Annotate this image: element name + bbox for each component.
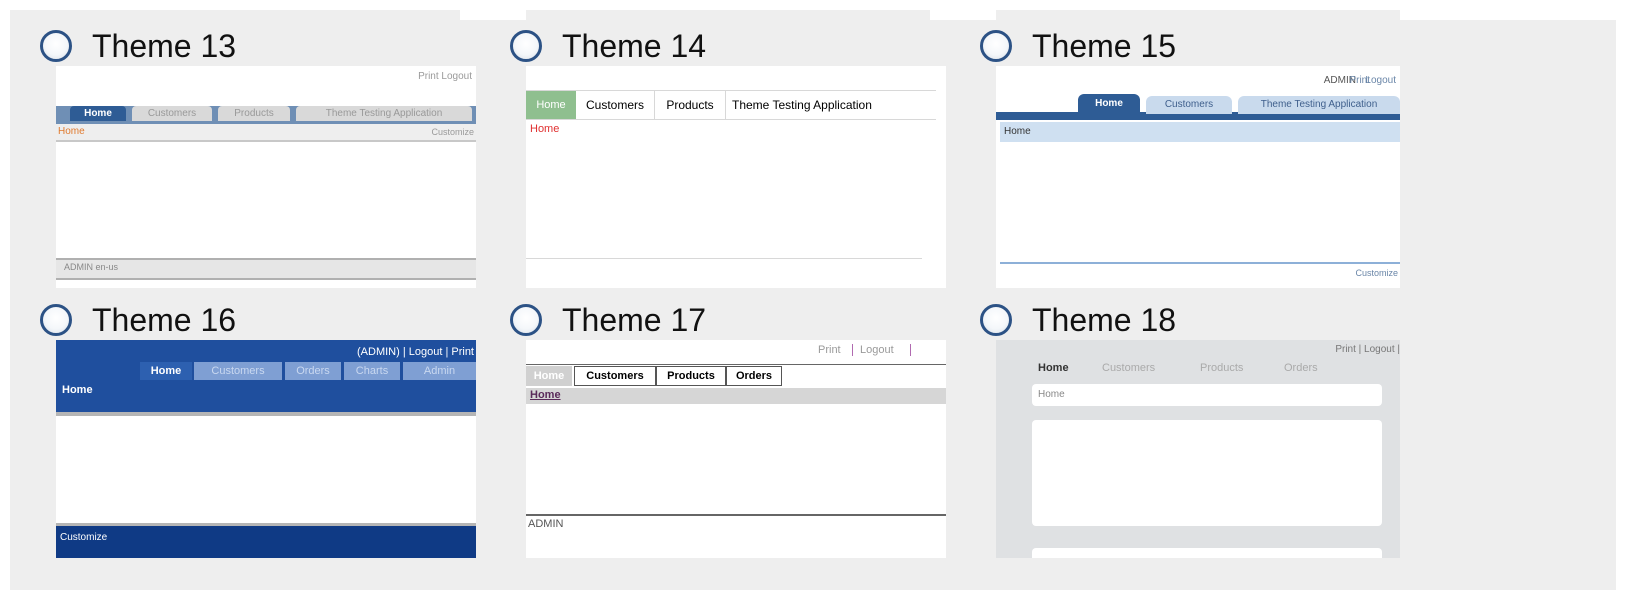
preview-breadcrumb-box xyxy=(1032,384,1382,406)
preview-breadcrumb: Home xyxy=(530,123,560,135)
preview-top-links: Print Logout xyxy=(418,71,472,82)
preview-breadcrumb-bar xyxy=(56,124,476,142)
preview-footer-line xyxy=(526,258,922,259)
theme-option-15[interactable]: Theme 15 ADMIN Print Logout Home Custome… xyxy=(980,26,1400,288)
preview-tab-customers: Customers xyxy=(132,106,212,121)
preview-top-links: (ADMIN) | Logout | Print xyxy=(357,346,474,358)
preview-logout: Logout xyxy=(1365,75,1396,86)
theme-15-radio[interactable] xyxy=(980,30,1012,62)
preview-tab-orders: Orders xyxy=(285,362,341,380)
preview-tab-home: Home xyxy=(526,366,572,386)
column-gap-top xyxy=(930,10,996,20)
theme-14-radio[interactable] xyxy=(510,30,542,62)
theme-option-16[interactable]: Theme 16 (ADMIN) | Logout | Print Home C… xyxy=(40,300,476,570)
preview-breadcrumb-bar xyxy=(526,388,946,404)
preview-breadcrumb: Home xyxy=(58,126,85,137)
preview-tab-theme-testing: Theme Testing Application xyxy=(732,98,872,112)
preview-footer-line xyxy=(1000,262,1400,264)
preview-breadcrumb: Home xyxy=(1038,389,1065,400)
preview-tab-products: Products xyxy=(218,106,290,121)
preview-tab-topline xyxy=(526,364,946,365)
preview-tab-theme-testing: Theme Testing Application xyxy=(1238,96,1400,114)
preview-top-links: Print | Logout | xyxy=(1335,344,1400,355)
preview-tab-home: Home xyxy=(1038,362,1069,374)
theme-18-radio[interactable] xyxy=(980,304,1012,336)
theme-13-preview[interactable]: Print Logout Home Customers Products The… xyxy=(56,66,476,288)
preview-tab-home: Home xyxy=(1078,94,1140,114)
theme-option-18[interactable]: Theme 18 Print | Logout | Home Customers… xyxy=(980,300,1400,570)
theme-15-label[interactable]: Theme 15 xyxy=(1032,26,1176,66)
preview-header-border xyxy=(56,412,476,416)
preview-breadcrumb: Home xyxy=(1004,126,1031,137)
theme-option-13[interactable]: Theme 13 Print Logout Home Customers Pro… xyxy=(40,26,476,288)
theme-17-label[interactable]: Theme 17 xyxy=(562,300,706,340)
preview-content-box xyxy=(1032,420,1382,526)
preview-footer-bar xyxy=(56,523,476,558)
preview-tab-home: Home xyxy=(526,91,576,119)
preview-footer: ADMIN en-us xyxy=(64,262,119,272)
theme-17-radio[interactable] xyxy=(510,304,542,336)
preview-tab-products: Products xyxy=(656,366,726,386)
preview-tab-customers: Customers xyxy=(1102,362,1156,374)
theme-16-radio[interactable] xyxy=(40,304,72,336)
theme-14-preview[interactable]: Home Customers Products Theme Testing Ap… xyxy=(526,66,946,288)
theme-18-preview[interactable]: Print | Logout | Home Customers Products… xyxy=(996,340,1400,558)
preview-breadcrumb: Home xyxy=(62,384,93,396)
preview-tab-home: Home xyxy=(140,362,192,380)
preview-tab-products: Products xyxy=(655,91,726,119)
preview-footer-box xyxy=(1032,548,1382,558)
preview-tab-orders: Orders xyxy=(1284,362,1318,374)
theme-13-radio[interactable] xyxy=(40,30,72,62)
preview-breadcrumb: Home xyxy=(530,389,561,401)
preview-footer-line xyxy=(526,514,946,516)
preview-tab-customers: Customers xyxy=(194,362,282,380)
theme-18-label[interactable]: Theme 18 xyxy=(1032,300,1176,340)
theme-16-preview[interactable]: (ADMIN) | Logout | Print Home Customers … xyxy=(56,340,476,558)
column-gap-top xyxy=(1400,10,1616,20)
preview-tab-customers: Customers xyxy=(576,91,655,119)
preview-tab-charts: Charts xyxy=(344,362,400,380)
theme-15-preview[interactable]: ADMIN Print Logout Home Customers Theme … xyxy=(996,66,1400,288)
preview-tab-products: Products xyxy=(1200,362,1244,374)
preview-tab-customers: Customers xyxy=(1146,96,1232,114)
preview-tab-admin: Admin xyxy=(403,362,476,380)
preview-breadcrumb-bar xyxy=(1000,122,1400,142)
preview-customize: Customize xyxy=(1355,268,1398,278)
preview-tab-theme-testing: Theme Testing Application xyxy=(296,106,472,121)
preview-print: Print xyxy=(818,344,841,356)
preview-tab-home: Home xyxy=(70,106,126,121)
theme-option-17[interactable]: Theme 17 Print Logout Home Customers Pro… xyxy=(510,300,946,570)
preview-footer: ADMIN xyxy=(528,518,564,530)
theme-13-label[interactable]: Theme 13 xyxy=(92,26,236,66)
preview-footer-bar xyxy=(56,258,476,280)
preview-tab-orders: Orders xyxy=(726,366,782,386)
preview-logout: Logout xyxy=(860,344,894,356)
preview-link-separator xyxy=(910,344,911,356)
preview-link-separator xyxy=(852,344,853,356)
theme-option-14[interactable]: Theme 14 Home Customers Products Theme T… xyxy=(510,26,946,288)
preview-customize: Customize xyxy=(431,127,474,137)
preview-tab-customers: Customers xyxy=(574,366,656,386)
theme-17-preview[interactable]: Print Logout Home Customers Products Ord… xyxy=(526,340,946,558)
column-gap-top xyxy=(460,10,526,20)
theme-16-label[interactable]: Theme 16 xyxy=(92,300,236,340)
theme-14-label[interactable]: Theme 14 xyxy=(562,26,706,66)
preview-customize: Customize xyxy=(60,532,108,543)
